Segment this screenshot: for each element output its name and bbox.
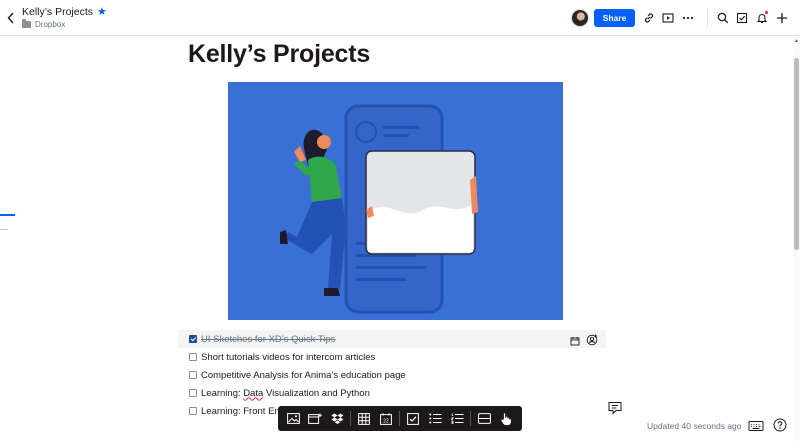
avatar[interactable]: [571, 9, 589, 27]
chevron-left-icon[interactable]: [5, 11, 17, 25]
task-item[interactable]: Competitive Analysis for Anima’s educati…: [178, 366, 606, 384]
scroll-up-arrow-icon[interactable]: ▲: [793, 38, 800, 44]
dropbox-icon[interactable]: [326, 406, 348, 431]
hero-illustration: [228, 82, 563, 320]
help-icon[interactable]: [773, 418, 787, 432]
bell-icon[interactable]: [755, 10, 769, 25]
toolbar-divider: [350, 411, 351, 426]
checkbox-icon[interactable]: [735, 11, 749, 25]
toolbar-divider: [470, 411, 471, 426]
hand-cursor-icon: [495, 406, 517, 431]
task-checkbox[interactable]: [189, 371, 197, 379]
task-checkbox-checked[interactable]: [189, 335, 197, 343]
task-label[interactable]: Learning: Data Visualization and Python: [201, 388, 370, 399]
scrollbar-thumb[interactable]: [794, 58, 799, 250]
breadcrumb[interactable]: Dropbox: [22, 19, 66, 29]
doc-title[interactable]: Kelly’s Projects ★: [22, 6, 107, 18]
calendar-icon[interactable]: 22: [375, 406, 397, 431]
more-icon[interactable]: [681, 11, 695, 25]
comment-icon[interactable]: [608, 401, 624, 417]
share-button[interactable]: Share: [594, 9, 635, 27]
search-icon[interactable]: [716, 11, 730, 25]
page-title[interactable]: Kelly’s Projects: [188, 40, 370, 69]
checklist-icon[interactable]: [402, 406, 424, 431]
outline-marker[interactable]: [0, 229, 8, 230]
keyboard-icon[interactable]: [748, 419, 764, 431]
calendar-day-label: 22: [383, 418, 389, 424]
task-item[interactable]: Learning: Data Visualization and Python: [178, 384, 606, 402]
table-icon[interactable]: [353, 406, 375, 431]
task-label[interactable]: Competitive Analysis for Anima’s educati…: [201, 370, 406, 381]
link-icon[interactable]: [642, 11, 656, 25]
folder-icon: [22, 19, 31, 28]
task-item[interactable]: UI Sketches for XD’s Quick Tips: [178, 330, 606, 348]
doc-title-text: Kelly’s Projects: [22, 6, 93, 18]
notification-dot: [764, 10, 769, 15]
media-icon[interactable]: [304, 406, 326, 431]
task-label[interactable]: Learning: Front En: [201, 406, 280, 417]
star-icon[interactable]: ★: [97, 6, 107, 18]
task-label-pre: Learning:: [201, 387, 244, 399]
last-updated-status: Updated 40 seconds ago: [647, 421, 742, 431]
outline-marker-active[interactable]: [0, 214, 15, 216]
spellcheck-word[interactable]: Data: [243, 388, 263, 399]
numbered-list-icon[interactable]: [446, 406, 468, 431]
task-checkbox[interactable]: [189, 389, 197, 397]
task-label-post: Visualization and Python: [263, 387, 370, 399]
top-bar: Kelly’s Projects ★ Dropbox Share: [0, 0, 800, 36]
task-item[interactable]: Short tutorials videos for intercom arti…: [178, 348, 606, 366]
breadcrumb-label: Dropbox: [35, 20, 66, 29]
bullet-list-icon[interactable]: [424, 406, 446, 431]
task-label[interactable]: UI Sketches for XD’s Quick Tips: [201, 334, 335, 345]
header-divider: [707, 9, 708, 27]
task-checkbox[interactable]: [189, 353, 197, 361]
divider-icon[interactable]: [473, 406, 495, 431]
toolbar-divider: [399, 411, 400, 426]
plus-icon[interactable]: [775, 11, 789, 25]
task-checkbox[interactable]: [189, 407, 197, 415]
insert-toolbar: 22: [278, 406, 522, 431]
task-label[interactable]: Short tutorials videos for intercom arti…: [201, 352, 375, 363]
present-icon[interactable]: [661, 11, 675, 25]
image-icon[interactable]: [282, 406, 304, 431]
